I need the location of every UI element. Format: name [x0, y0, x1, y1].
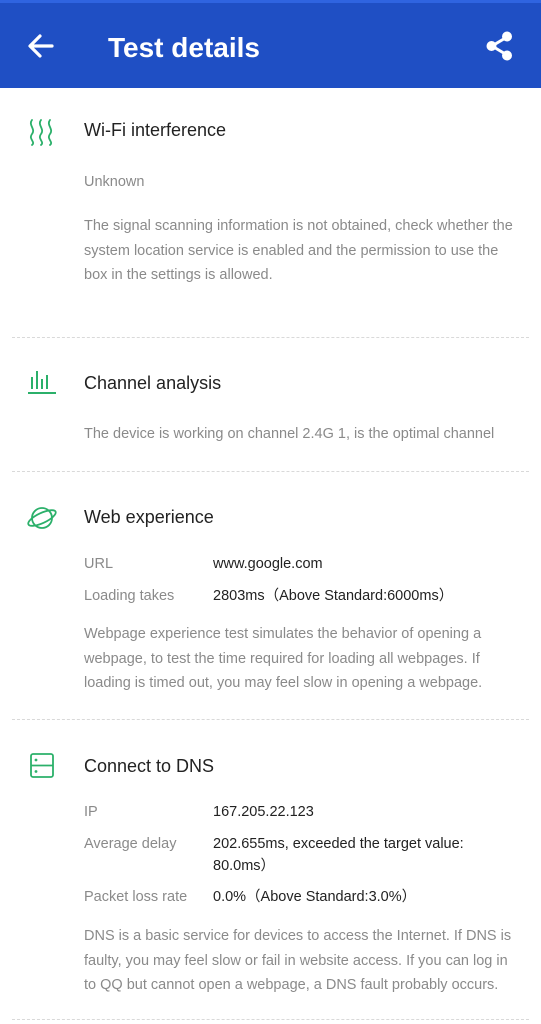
- packet-loss-value: 0.0%（Above Standard:3.0%）: [213, 889, 417, 905]
- share-icon: [486, 31, 512, 61]
- ip-value: 167.205.22.123: [213, 804, 314, 820]
- packet-loss-label: Packet loss rate: [84, 889, 188, 905]
- channel-description: The device is working on channel 2.4G 1,…: [84, 426, 495, 442]
- planet-icon: [26, 503, 58, 533]
- channel-analysis-section: Channel analysis The device is working o…: [12, 338, 529, 472]
- page-title: Test details: [108, 32, 260, 63]
- wifi-interference-title: Wi-Fi interference: [84, 120, 227, 140]
- back-button[interactable]: [24, 29, 58, 63]
- app-bar: Test details: [0, 0, 541, 88]
- wifi-description: The signal scanning information is not o…: [84, 218, 513, 283]
- url-value: www.google.com: [213, 556, 323, 572]
- wifi-status: Unknown: [84, 174, 145, 190]
- ip-label: IP: [84, 804, 98, 820]
- share-button[interactable]: [483, 29, 517, 63]
- web-description: Webpage experience test simulates the be…: [84, 626, 483, 691]
- web-experience-title: Web experience: [84, 507, 214, 527]
- wifi-interference-section: Wi-Fi interference Unknown The signal sc…: [12, 88, 529, 338]
- loading-value: 2803ms（Above Standard:6000ms）: [213, 588, 454, 604]
- average-delay-label: Average delay: [84, 836, 177, 852]
- dns-title: Connect to DNS: [84, 756, 215, 776]
- average-delay-value: 202.655ms, exceeded the target value: 80…: [213, 836, 464, 874]
- loading-label: Loading takes: [84, 588, 175, 604]
- channel-bars-icon: [26, 367, 58, 397]
- channel-analysis-title: Channel analysis: [84, 373, 222, 393]
- wifi-interference-icon: [26, 117, 58, 147]
- dns-section: Connect to DNS IP 167.205.22.123 Average…: [12, 720, 529, 1020]
- dns-description: DNS is a basic service for devices to ac…: [84, 928, 512, 993]
- divider: [12, 1019, 529, 1020]
- web-experience-section: Web experience URL www.google.com Loadin…: [12, 472, 529, 720]
- arrow-back-icon: [28, 34, 54, 58]
- url-label: URL: [84, 556, 114, 572]
- server-icon: [26, 751, 58, 781]
